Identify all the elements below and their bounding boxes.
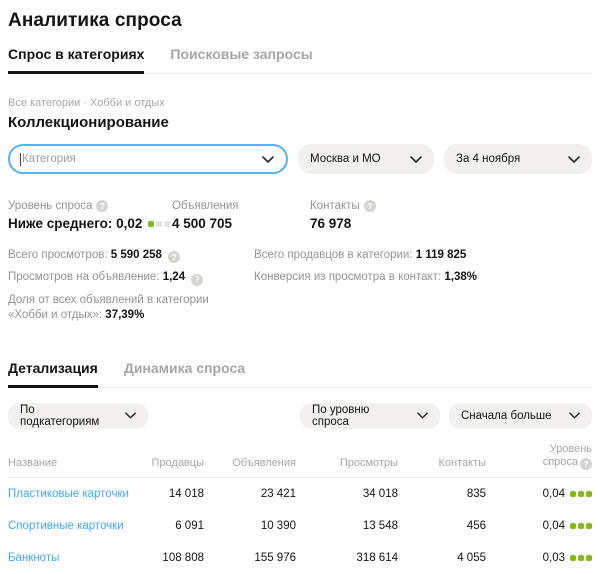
category-combobox[interactable]: Категория bbox=[8, 144, 288, 174]
demand-dots bbox=[570, 490, 592, 497]
sort-order-value: Сначала больше bbox=[461, 409, 552, 422]
demand-level-dots bbox=[148, 220, 171, 227]
help-icon[interactable]: ? bbox=[191, 273, 204, 286]
help-icon[interactable]: ? bbox=[168, 251, 181, 264]
demand-value: 0,04 bbox=[542, 487, 565, 500]
contacts-value: 456 bbox=[466, 519, 486, 532]
demand-cell: 0,04 bbox=[486, 488, 592, 500]
col-header-demand-level: Уровень спроса? bbox=[542, 442, 592, 470]
summary-stats: Уровень спроса ? Ниже среднего: 0,02 Объ… bbox=[8, 200, 592, 231]
views-value: 34 018 bbox=[362, 487, 398, 500]
views-value: 318 614 bbox=[356, 551, 398, 564]
stat-views-per-ad: Просмотров на объявление: 1,24 ? bbox=[8, 270, 240, 286]
stat-total-sellers: Всего продавцов в категории: 1 119 825 bbox=[254, 249, 467, 261]
tab-details[interactable]: Детализация bbox=[8, 360, 98, 388]
ads-label: Объявления bbox=[172, 200, 239, 212]
subcategory-link[interactable]: Банкноты bbox=[8, 552, 138, 564]
ads-value: 4 500 705 bbox=[172, 216, 233, 231]
views-value: 13 548 bbox=[362, 519, 398, 532]
region-select-value: Москва и МО bbox=[310, 153, 381, 165]
chevron-down-icon bbox=[568, 155, 580, 163]
subcategory-link[interactable]: Пластиковые карточки bbox=[8, 488, 138, 500]
demand-cell: 0,03 bbox=[486, 552, 592, 564]
chevron-down-icon bbox=[262, 155, 274, 163]
category-placeholder: Категория bbox=[22, 153, 76, 165]
chevron-down-icon bbox=[417, 412, 428, 419]
tab-search-queries[interactable]: Поисковые запросы bbox=[170, 46, 312, 74]
help-icon[interactable]: ? bbox=[363, 200, 376, 212]
section-tabbar: Детализация Динамика спроса bbox=[8, 360, 592, 388]
chevron-down-icon bbox=[410, 155, 422, 163]
contacts-value: 835 bbox=[466, 487, 486, 500]
top-tabbar: Спрос в категориях Поисковые запросы bbox=[8, 46, 592, 74]
ads-value: 10 390 bbox=[260, 519, 296, 532]
table-row: Спортивные карточки 6 091 10 390 13 548 … bbox=[8, 510, 592, 542]
col-header-ads: Объявления bbox=[232, 456, 296, 469]
help-icon[interactable]: ? bbox=[580, 457, 592, 470]
page-title: Аналитика спроса bbox=[8, 10, 182, 31]
table-header: Название Продавцы Объявления Просмотры К… bbox=[8, 443, 592, 478]
sellers-value: 14 018 bbox=[168, 487, 204, 500]
sellers-value: 6 091 bbox=[175, 519, 204, 532]
region-select[interactable]: Москва и МО bbox=[298, 144, 434, 174]
period-select[interactable]: За 4 ноября bbox=[444, 144, 592, 174]
summary-demand: Уровень спроса ? Ниже среднего: 0,02 bbox=[8, 200, 172, 231]
table-filters-row: По подкатегориям По уровню спроса Сначал… bbox=[8, 402, 592, 429]
demand-dots bbox=[570, 554, 592, 561]
table-row: Банкноты 108 808 155 976 318 614 4 055 0… bbox=[8, 542, 592, 574]
sellers-value: 108 808 bbox=[162, 551, 204, 564]
text-cursor bbox=[20, 152, 21, 166]
period-select-value: За 4 ноября bbox=[456, 153, 521, 165]
demand-value: 0,03 bbox=[542, 551, 565, 564]
summary-contacts: Контакты ? 76 978 bbox=[310, 200, 376, 231]
filters-row: Категория Москва и МО За 4 ноября bbox=[8, 144, 592, 174]
chevron-down-icon bbox=[125, 412, 136, 419]
sort-metric-select[interactable]: По уровню спроса bbox=[300, 402, 440, 429]
contacts-value: 76 978 bbox=[310, 216, 352, 231]
stat-view-to-contact-conversion: Конверсия из просмотра в контакт: 1,38% bbox=[254, 271, 477, 283]
group-by-value: По подкатегориям bbox=[20, 403, 100, 428]
col-header-contacts: Контакты bbox=[438, 456, 486, 469]
demand-level-label: Уровень спроса bbox=[8, 200, 93, 212]
help-icon[interactable]: ? bbox=[96, 200, 109, 212]
stat-total-views: Всего просмотров: 5 590 258 ? bbox=[8, 248, 240, 264]
ads-value: 155 976 bbox=[254, 551, 296, 564]
sort-order-select[interactable]: Сначала больше bbox=[449, 402, 592, 429]
tab-demand-dynamics[interactable]: Динамика спроса bbox=[124, 360, 245, 388]
col-header-sellers: Продавцы bbox=[151, 456, 205, 469]
col-header-name: Название bbox=[8, 456, 58, 469]
stat-share-of-ads: Доля от всех объявлений в категории «Хоб… bbox=[8, 293, 209, 321]
sort-metric-value: По уровню спроса bbox=[312, 403, 370, 428]
table-row: Пластиковые карточки 14 018 23 421 34 01… bbox=[8, 478, 592, 510]
tab-demand-in-categories[interactable]: Спрос в категориях bbox=[8, 46, 145, 74]
demand-cell: 0,04 bbox=[486, 520, 592, 532]
group-by-select[interactable]: По подкатегориям bbox=[8, 402, 148, 429]
demand-value: 0,04 bbox=[542, 519, 565, 532]
contacts-label: Контакты bbox=[310, 200, 360, 212]
summary-ads: Объявления 4 500 705 bbox=[172, 200, 310, 231]
contacts-value: 4 055 bbox=[457, 551, 486, 564]
subcategory-link[interactable]: Спортивные карточки bbox=[8, 520, 138, 532]
category-title: Коллекционирование bbox=[8, 114, 169, 131]
ads-value: 23 421 bbox=[260, 487, 296, 500]
breadcrumb[interactable]: Все категории · Хобби и отдых bbox=[8, 97, 592, 109]
col-header-views: Просмотры bbox=[339, 456, 398, 469]
demand-level-value: Ниже среднего: 0,02 bbox=[8, 216, 143, 231]
chevron-down-icon bbox=[569, 412, 580, 419]
detail-stats: Всего просмотров: 5 590 258 ? Просмотров… bbox=[8, 248, 592, 330]
